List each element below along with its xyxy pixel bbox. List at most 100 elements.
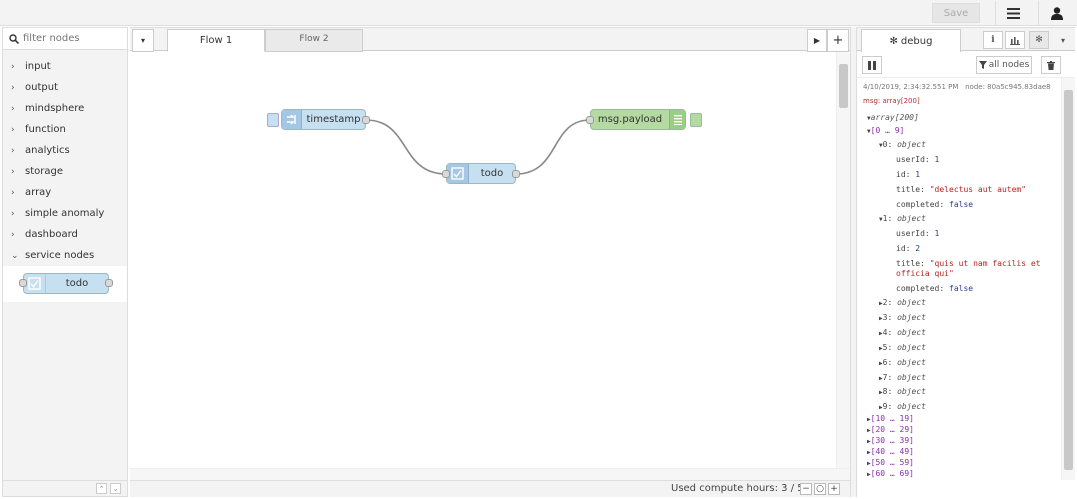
debug-toggle-button[interactable]: [690, 113, 702, 127]
node-msg-payload[interactable]: msg.payload: [586, 109, 686, 130]
collapse-all-button[interactable]: ⌃: [96, 483, 107, 494]
debug-scrollbar[interactable]: [1061, 78, 1075, 480]
info-icon: i: [991, 35, 995, 45]
user-icon: [1050, 6, 1063, 20]
tree-field: completed: false: [896, 200, 974, 209]
tab-flow-2[interactable]: Flow 2: [265, 29, 363, 52]
palette-category-analytics[interactable]: › analytics: [3, 140, 127, 161]
add-flow-button[interactable]: +: [827, 29, 849, 52]
flow-canvas[interactable]: timestamp todo msg.payload: [130, 52, 836, 468]
tree-item-1[interactable]: ▼1: object: [879, 213, 926, 224]
sidebar-menu-button[interactable]: ▾: [1053, 31, 1073, 49]
tree-field: title: "delectus aut autem": [896, 185, 1027, 194]
output-port[interactable]: [362, 116, 370, 124]
palette-category-array[interactable]: › array: [3, 182, 127, 203]
plus-icon: +: [830, 484, 838, 494]
chevron-right-icon: ›: [11, 124, 15, 135]
zoom-out-button[interactable]: −: [800, 483, 812, 495]
tree-item-4[interactable]: ▶4: object: [879, 327, 926, 338]
dashboard-tab-button[interactable]: [1005, 31, 1025, 49]
tree-item-7[interactable]: ▶7: object: [879, 372, 926, 383]
expand-all-button[interactable]: ⌄: [110, 483, 121, 494]
tree-item-8[interactable]: ▶8: object: [879, 386, 926, 397]
chevron-right-icon: ›: [11, 82, 15, 93]
scroll-thumb[interactable]: [839, 64, 848, 108]
workspace-vertical-scrollbar[interactable]: [836, 52, 850, 468]
tree-item-0[interactable]: ▼0: object: [879, 139, 926, 150]
wire-todo-payload: [515, 119, 591, 175]
debug-tab-button[interactable]: ✻: [1029, 31, 1049, 49]
chevron-right-icon: ›: [11, 166, 15, 177]
node-timestamp[interactable]: timestamp: [281, 109, 370, 130]
palette-category-service-nodes[interactable]: ⌄ service nodes: [3, 245, 127, 266]
tree-range-0[interactable]: ▼[0 … 9]: [867, 125, 904, 136]
tree-range[interactable]: ▶[60 … 69]: [867, 468, 914, 479]
chevron-right-icon: ›: [11, 145, 15, 156]
tab-flow-1[interactable]: Flow 1: [167, 29, 265, 52]
tree-item-3[interactable]: ▶3: object: [879, 312, 926, 323]
chevron-right-icon: ›: [11, 208, 15, 219]
palette-category-mindsphere[interactable]: › mindsphere: [3, 98, 127, 119]
clear-log-button[interactable]: [1041, 56, 1061, 74]
scroll-tabs-right-button[interactable]: ▶: [807, 29, 827, 52]
chevron-right-icon: ›: [11, 103, 15, 114]
tree-item-6[interactable]: ▶6: object: [879, 357, 926, 368]
tree-item-5[interactable]: ▶5: object: [879, 342, 926, 353]
output-port[interactable]: [512, 170, 520, 178]
sidebar-resize-handle[interactable]: [850, 27, 857, 497]
tree-field: userId: 1: [896, 229, 940, 238]
palette-footer: ⌃ ⌄: [3, 480, 127, 496]
palette-category-input[interactable]: › input: [3, 56, 127, 77]
zoom-in-button[interactable]: +: [828, 483, 840, 495]
scroll-thumb[interactable]: [1064, 90, 1073, 470]
list-icon: [669, 110, 685, 129]
input-port: [19, 279, 27, 287]
bar-chart-icon: [1010, 36, 1020, 45]
message-meta: 4/10/2019, 2:34:32.551 PM node: 80a5c945…: [863, 83, 1051, 91]
info-tab-button[interactable]: i: [983, 31, 1003, 49]
filter-nodes-input[interactable]: [23, 33, 123, 44]
main-menu-button[interactable]: [995, 1, 1031, 25]
tree-range[interactable]: ▶[10 … 19]: [867, 413, 914, 424]
trash-icon: [1047, 60, 1055, 70]
pause-button[interactable]: [862, 56, 882, 74]
tree-range[interactable]: ▶[40 … 49]: [867, 446, 914, 457]
palette-search: [3, 28, 127, 50]
input-port[interactable]: [442, 170, 450, 178]
tree-range[interactable]: ▶[20 … 29]: [867, 424, 914, 435]
tree-root[interactable]: ▼array[200]: [867, 112, 919, 123]
save-button[interactable]: Save: [932, 3, 980, 23]
chevrons-down-icon: ⌄: [112, 484, 119, 493]
tree-field: id: 2: [896, 244, 921, 253]
output-port: [105, 279, 113, 287]
inject-trigger-button[interactable]: [267, 113, 279, 127]
user-menu-button[interactable]: [1038, 1, 1074, 25]
input-port[interactable]: [586, 116, 594, 124]
palette-category-simple-anomaly[interactable]: › simple anomaly: [3, 203, 127, 224]
tree-range[interactable]: ▶[30 … 39]: [867, 435, 914, 446]
tab-list-menu-button[interactable]: ▾: [132, 29, 154, 52]
tree-item-9[interactable]: ▶9: object: [879, 401, 926, 412]
palette-category-output[interactable]: › output: [3, 77, 127, 98]
palette-category-storage[interactable]: › storage: [3, 161, 127, 182]
minus-icon: −: [802, 484, 810, 494]
caret-down-icon: ▾: [1060, 35, 1065, 45]
tab-debug[interactable]: ✻ debug: [861, 29, 961, 52]
palette-category-dashboard[interactable]: › dashboard: [3, 224, 127, 245]
compute-hours-status: Used compute hours: 3 / 50: [671, 483, 810, 494]
palette-category-content: todo: [3, 266, 127, 302]
plus-icon: +: [832, 33, 844, 48]
all-nodes-filter-button[interactable]: all nodes: [976, 56, 1032, 74]
pause-icon: [868, 60, 876, 70]
workspace-horizontal-scrollbar[interactable]: [130, 468, 850, 480]
tree-item-2[interactable]: ▶2: object: [879, 297, 926, 308]
palette-category-function[interactable]: › function: [3, 119, 127, 140]
hamburger-icon: [1007, 7, 1020, 19]
palette-node-todo[interactable]: todo: [19, 273, 113, 294]
header-bar: Save: [0, 0, 1077, 26]
bug-icon: ✻: [1035, 35, 1043, 45]
zoom-reset-button[interactable]: ○: [814, 483, 826, 495]
node-todo[interactable]: todo: [442, 163, 520, 184]
tree-range[interactable]: ▶[50 … 59]: [867, 457, 914, 468]
message-topic: msg: array[200]: [863, 97, 920, 105]
